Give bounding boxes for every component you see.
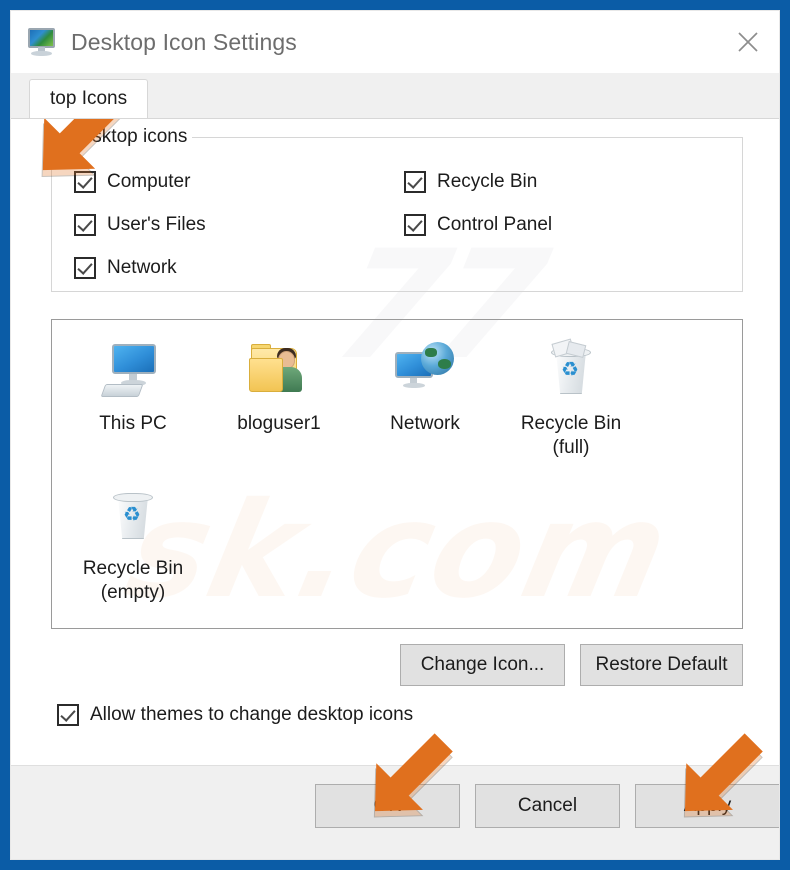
tab-strip: top Icons (11, 73, 779, 119)
screen-background: Desktop Icon Settings top Icons 77 sk.co… (0, 0, 790, 870)
icon-preview-grid: This PC bloguser1 Network ♻ Recycle Bin … (60, 334, 736, 624)
preview-item-recycle-bin-full[interactable]: ♻ Recycle Bin (full) (498, 334, 644, 479)
checkbox-label-control-panel: Control Panel (437, 213, 553, 235)
checkbox-label-allow-themes: Allow themes to change desktop icons (90, 704, 414, 725)
icon-preview-list[interactable]: This PC bloguser1 Network ♻ Recycle Bin … (51, 319, 743, 629)
preview-caption: Recycle Bin (full) (520, 413, 622, 458)
checkbox-row-users-files[interactable]: User's Files (74, 203, 404, 246)
checkbox-label-users-files: User's Files (107, 213, 206, 235)
checkbox-allow-themes[interactable] (57, 704, 79, 726)
dialog-body: 77 sk.com Desktop icons Computer Recycle… (11, 119, 779, 765)
desktop-icons-checkbox-grid: Computer Recycle Bin User's Files Contro… (74, 160, 714, 289)
close-icon[interactable] (717, 11, 779, 73)
recycle-symbol: ♻ (561, 359, 579, 381)
desktop-icon-settings-dialog: Desktop Icon Settings top Icons 77 sk.co… (10, 10, 780, 860)
preview-caption: bloguser1 (237, 413, 321, 434)
tab-desktop-icons[interactable]: top Icons (29, 79, 149, 118)
checkbox-row-computer[interactable]: Computer (74, 160, 404, 203)
checkbox-computer[interactable] (74, 170, 96, 193)
checkbox-label-recycle-bin: Recycle Bin (437, 170, 538, 192)
desktop-icons-groupbox: Desktop icons Computer Recycle Bin User'… (51, 126, 743, 292)
checkbox-users-files[interactable] (74, 213, 96, 236)
checkbox-row-control-panel[interactable]: Control Panel (404, 203, 714, 246)
window-title: Desktop Icon Settings (71, 28, 297, 55)
apply-button[interactable]: Apply (635, 784, 779, 828)
allow-themes-row[interactable]: Allow themes to change desktop icons (57, 704, 413, 726)
recycle-symbol: ♻ (123, 504, 141, 526)
cancel-button[interactable]: Cancel (475, 784, 620, 828)
display-monitor-icon (25, 26, 59, 58)
checkbox-recycle-bin[interactable] (404, 170, 426, 193)
groupbox-legend: Desktop icons (63, 126, 193, 148)
computer-monitor-icon (100, 340, 165, 406)
restore-default-button[interactable]: Restore Default (580, 644, 743, 686)
tab-label: top Icons (50, 88, 128, 109)
checkbox-control-panel[interactable] (404, 213, 426, 236)
preview-item-recycle-bin-empty[interactable]: ♻ Recycle Bin (empty) (60, 479, 206, 624)
checkbox-row-network[interactable]: Network (74, 246, 404, 289)
title-bar: Desktop Icon Settings (11, 11, 779, 73)
preview-item-user-folder[interactable]: bloguser1 (206, 334, 352, 479)
user-folder-icon (247, 340, 311, 406)
preview-item-this-pc[interactable]: This PC (60, 334, 206, 479)
checkbox-label-computer: Computer (107, 170, 191, 192)
dialog-footer: OK Cancel Apply (11, 765, 779, 859)
preview-caption: Network (390, 413, 460, 434)
ok-button[interactable]: OK (315, 784, 460, 828)
change-icon-button[interactable]: Change Icon... (400, 644, 565, 686)
checkbox-row-recycle-bin[interactable]: Recycle Bin (404, 160, 714, 203)
recycle-bin-full-icon: ♻ (539, 338, 603, 406)
checkbox-label-network: Network (107, 256, 177, 278)
preview-caption: This PC (99, 413, 167, 434)
recycle-bin-empty-icon: ♻ (101, 485, 165, 551)
network-globe-icon (393, 340, 457, 406)
checkbox-network[interactable] (74, 256, 96, 279)
preview-item-network[interactable]: Network (352, 334, 498, 479)
preview-caption: Recycle Bin (empty) (82, 558, 184, 603)
